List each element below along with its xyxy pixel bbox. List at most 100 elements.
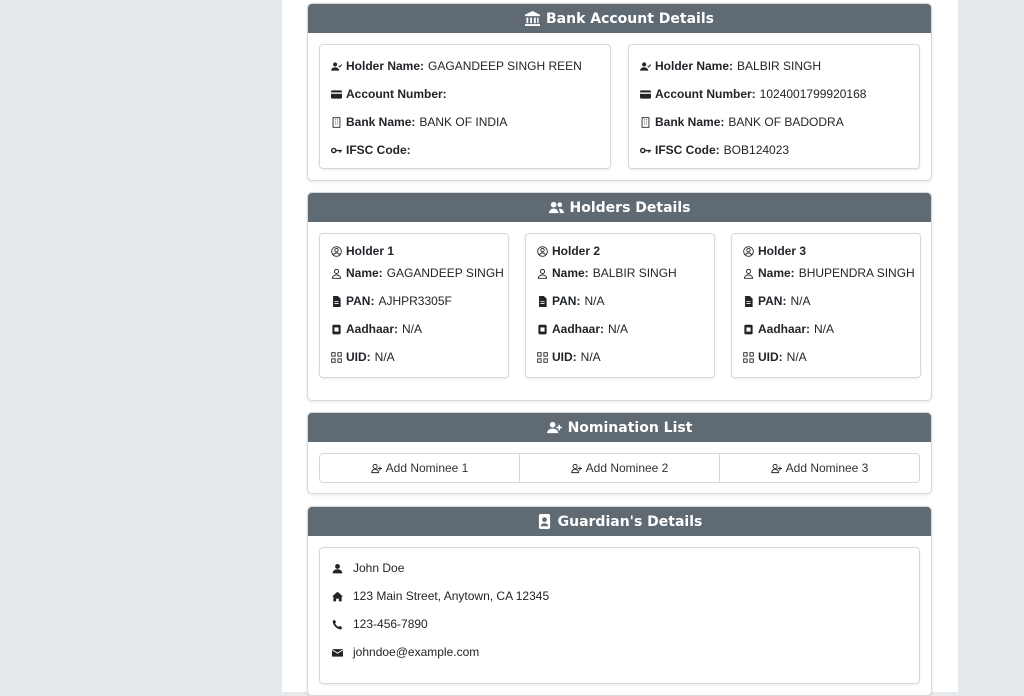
holder-name-row: Name: BHUPENDRA SINGH xyxy=(743,266,915,280)
uid-label: UID: xyxy=(552,350,577,364)
aadhaar-value: N/A xyxy=(814,322,835,336)
envelope-icon xyxy=(332,647,343,658)
user-icon xyxy=(743,268,754,279)
ifsc-label: IFSC Code: xyxy=(655,143,720,157)
uid-row: UID: N/A xyxy=(537,350,601,364)
guardian-address: 123 Main Street, Anytown, CA 12345 xyxy=(353,589,550,603)
user-check-icon xyxy=(331,61,342,72)
id-card-icon xyxy=(743,324,754,335)
user-icon xyxy=(537,268,548,279)
aadhaar-label: Aadhaar: xyxy=(346,322,399,336)
user-plus-icon xyxy=(370,463,382,474)
pan-row: PAN: N/A xyxy=(743,294,810,308)
guardian-email: johndoe@example.com xyxy=(353,645,480,659)
nomination-card: Nomination List Add Nominee 1 Add Nomine… xyxy=(307,412,932,494)
pan-label: PAN: xyxy=(552,294,581,308)
aadhaar-value: N/A xyxy=(608,322,629,336)
holder-title: Holder 3 xyxy=(758,244,807,258)
bank-name-row: Bank Name: BANK OF INDIA xyxy=(331,115,507,129)
pan-value: N/A xyxy=(584,294,605,308)
guardian-phone-row: 123-456-7890 xyxy=(332,617,428,631)
qr-code-icon xyxy=(331,351,342,363)
pan-label: PAN: xyxy=(758,294,787,308)
pan-value: N/A xyxy=(790,294,811,308)
id-card-icon xyxy=(537,324,548,335)
user-circle-icon xyxy=(743,245,754,257)
add-nominee-3-button[interactable]: Add Nominee 3 xyxy=(720,454,919,482)
holder-title: Holder 1 xyxy=(346,244,395,258)
user-plus-icon xyxy=(546,421,562,434)
holder-card-3: Holder 3 Name: BHUPENDRA SINGH PAN: N/A … xyxy=(731,233,921,378)
guardian-header: Guardian's Details xyxy=(308,507,931,536)
ifsc-row: IFSC Code: xyxy=(331,143,415,157)
holder-name-label: Holder Name: xyxy=(655,59,734,73)
name-label: Name: xyxy=(758,266,795,280)
uid-value: N/A xyxy=(786,350,807,364)
guardian-card: Guardian's Details John Doe 123 Main Str… xyxy=(307,506,932,696)
guardian-title: Guardian's Details xyxy=(557,513,703,530)
holder-title-row: Holder 2 xyxy=(537,244,600,258)
nomination-title: Nomination List xyxy=(567,419,693,436)
user-icon xyxy=(331,268,342,279)
add-nominee-1-button[interactable]: Add Nominee 1 xyxy=(320,454,520,482)
id-card-icon xyxy=(331,324,342,335)
holder-title: Holder 2 xyxy=(552,244,601,258)
account-number-label: Account Number: xyxy=(346,87,447,101)
phone-icon xyxy=(332,619,343,630)
holders-title: Holders Details xyxy=(569,199,691,216)
aadhaar-label: Aadhaar: xyxy=(552,322,605,336)
person-icon xyxy=(332,563,343,574)
file-icon xyxy=(743,295,754,307)
add-nominee-3-label: Add Nominee 3 xyxy=(785,461,869,475)
bank-account-card: Bank Account Details Holder Name: GAGAND… xyxy=(307,3,932,181)
name-value: GAGANDEEP SINGH xyxy=(386,266,504,280)
holder-title-row: Holder 3 xyxy=(743,244,806,258)
uid-value: N/A xyxy=(374,350,395,364)
name-value: BHUPENDRA SINGH xyxy=(798,266,915,280)
guardian-info-box: John Doe 123 Main Street, Anytown, CA 12… xyxy=(319,547,920,684)
aadhaar-row: Aadhaar: N/A xyxy=(331,322,422,336)
bank-name-value: BANK OF INDIA xyxy=(419,115,508,129)
qr-code-icon xyxy=(743,351,754,363)
holder-name-label: Holder Name: xyxy=(346,59,425,73)
aadhaar-value: N/A xyxy=(402,322,423,336)
add-nominee-1-label: Add Nominee 1 xyxy=(385,461,469,475)
file-icon xyxy=(331,295,342,307)
account-number-row: Account Number: xyxy=(331,87,451,101)
guardian-name-row: John Doe xyxy=(332,561,404,575)
add-nominee-2-label: Add Nominee 2 xyxy=(585,461,669,475)
key-icon xyxy=(331,145,342,156)
credit-card-icon xyxy=(640,89,651,100)
ifsc-label: IFSC Code: xyxy=(346,143,411,157)
holder-name-row: Holder Name: BALBIR SINGH xyxy=(640,59,821,73)
uid-label: UID: xyxy=(346,350,371,364)
bank-account-2: Holder Name: BALBIR SINGH Account Number… xyxy=(628,44,920,169)
bank-account-title: Bank Account Details xyxy=(545,10,714,27)
add-nominee-2-button[interactable]: Add Nominee 2 xyxy=(520,454,720,482)
ifsc-value: BOB124023 xyxy=(723,143,790,157)
user-circle-icon xyxy=(537,245,548,257)
bank-icon xyxy=(524,11,540,26)
main-content: Bank Account Details Holder Name: GAGAND… xyxy=(282,0,958,696)
bank-account-header: Bank Account Details xyxy=(308,4,931,33)
guardian-name: John Doe xyxy=(353,561,405,575)
holders-header: Holders Details xyxy=(308,193,931,222)
pan-row: PAN: N/A xyxy=(537,294,604,308)
holder-name-row: Name: BALBIR SINGH xyxy=(537,266,677,280)
key-icon xyxy=(640,145,651,156)
guardian-address-row: 123 Main Street, Anytown, CA 12345 xyxy=(332,589,549,603)
name-label: Name: xyxy=(346,266,383,280)
holder-name-row: Name: GAGANDEEP SINGH xyxy=(331,266,504,280)
ifsc-row: IFSC Code: BOB124023 xyxy=(640,143,789,157)
nomination-header: Nomination List xyxy=(308,413,931,442)
bank-name-label: Bank Name: xyxy=(655,115,725,129)
qr-code-icon xyxy=(537,351,548,363)
uid-value: N/A xyxy=(580,350,601,364)
uid-row: UID: N/A xyxy=(743,350,807,364)
aadhaar-row: Aadhaar: N/A xyxy=(537,322,628,336)
user-circle-icon xyxy=(331,245,342,257)
holder-name-row: Holder Name: GAGANDEEP SINGH REEN xyxy=(331,59,582,73)
name-value: BALBIR SINGH xyxy=(592,266,677,280)
holder-name-value: GAGANDEEP SINGH REEN xyxy=(428,59,582,73)
account-number-row: Account Number: 1024001799920168 xyxy=(640,87,866,101)
